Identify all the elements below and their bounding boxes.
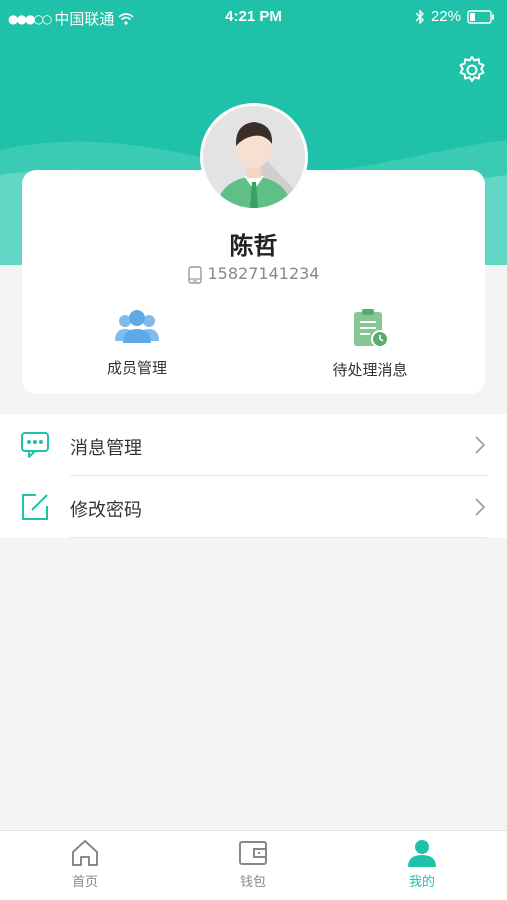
bottom-tab-bar: 首页 钱包 我的	[0, 830, 507, 900]
tab-label: 钱包	[239, 875, 266, 890]
tab-wallet[interactable]: 钱包	[203, 839, 303, 890]
status-bar: ●●●○○ 中国联通 4:21 PM 22%	[0, 0, 507, 34]
avatar-illustration	[203, 106, 305, 208]
tab-mine[interactable]: 我的	[372, 839, 472, 890]
user-name: 陈哲	[229, 232, 278, 260]
menu-item-change-password[interactable]: 修改密码	[0, 476, 507, 538]
bluetooth-icon	[415, 8, 424, 25]
tab-label: 我的	[408, 875, 435, 890]
menu-item-label: 消息管理	[70, 438, 142, 459]
member-management-button[interactable]: 成员管理	[57, 307, 217, 383]
divider	[70, 537, 487, 538]
user-icon	[408, 840, 436, 867]
phone-icon	[187, 265, 202, 284]
phone-number: 15827141234	[207, 264, 320, 283]
menu-item-label: 修改密码	[70, 500, 142, 521]
settings-menu: 消息管理 修改密码	[0, 414, 507, 538]
home-icon	[72, 840, 98, 866]
avatar[interactable]	[200, 103, 308, 211]
pending-messages-button[interactable]: 待处理消息	[290, 307, 450, 383]
settings-gear-icon[interactable]	[456, 54, 488, 86]
tab-home[interactable]: 首页	[35, 839, 135, 890]
tab-label: 首页	[71, 875, 98, 890]
wallet-icon	[239, 841, 267, 865]
chevron-right-icon	[475, 498, 485, 516]
chevron-right-icon	[475, 436, 485, 454]
member-management-label: 成员管理	[106, 359, 167, 377]
user-phone: 15827141234	[22, 264, 485, 284]
clipboard-clock-icon	[354, 309, 389, 348]
people-icon	[115, 310, 159, 343]
pending-messages-label: 待处理消息	[332, 361, 408, 379]
battery-icon	[467, 9, 494, 24]
edit-icon	[22, 494, 48, 520]
battery-percent: 22%	[430, 8, 461, 25]
chat-bubble-icon	[21, 432, 49, 458]
menu-item-message-management[interactable]: 消息管理	[0, 414, 507, 476]
